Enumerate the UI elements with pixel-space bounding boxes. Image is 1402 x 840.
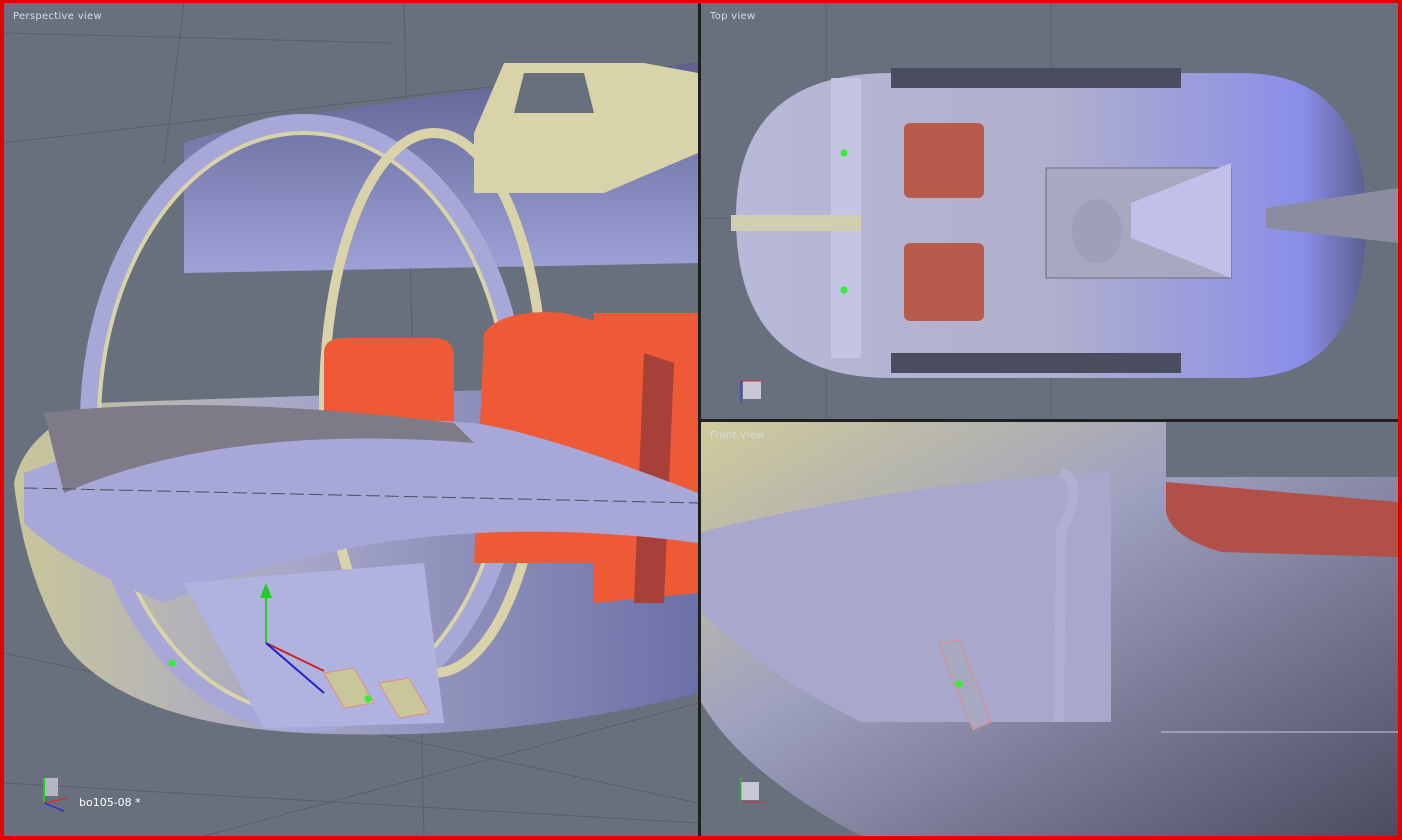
- front-scene: [701, 422, 1398, 836]
- axis-gizmo: [43, 778, 69, 812]
- viewport-label: Front view: [710, 430, 765, 441]
- top-viewport[interactable]: Top view: [701, 3, 1398, 419]
- document-name: bo105-08 *: [79, 796, 141, 809]
- viewport-label: Perspective view: [13, 11, 102, 22]
- top-scene: [701, 3, 1398, 419]
- front-viewport[interactable]: Front view: [701, 422, 1398, 836]
- viewport-label: Top view: [710, 11, 756, 22]
- perspective-scene: [4, 3, 698, 836]
- perspective-viewport[interactable]: Perspective view bo105-08 *: [4, 3, 698, 836]
